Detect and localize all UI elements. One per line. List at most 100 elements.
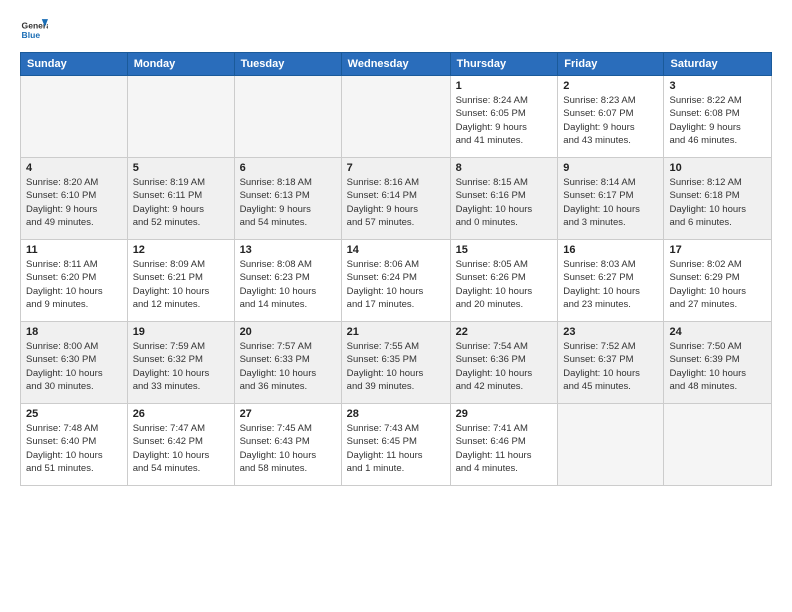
day-info: Sunrise: 8:09 AM Sunset: 6:21 PM Dayligh… [133, 258, 229, 311]
day-info: Sunrise: 8:15 AM Sunset: 6:16 PM Dayligh… [456, 176, 553, 229]
day-number: 7 [347, 162, 445, 174]
weekday-header-friday: Friday [558, 53, 664, 76]
day-info: Sunrise: 8:03 AM Sunset: 6:27 PM Dayligh… [563, 258, 658, 311]
day-info: Sunrise: 8:12 AM Sunset: 6:18 PM Dayligh… [669, 176, 766, 229]
day-number: 20 [240, 326, 336, 338]
day-number: 18 [26, 326, 122, 338]
day-number: 2 [563, 80, 658, 92]
calendar-cell [558, 404, 664, 486]
day-number: 19 [133, 326, 229, 338]
calendar-cell: 5 Sunrise: 8:19 AM Sunset: 6:11 PM Daylig… [127, 158, 234, 240]
day-info: Sunrise: 7:59 AM Sunset: 6:32 PM Dayligh… [133, 340, 229, 393]
weekday-header-thursday: Thursday [450, 53, 558, 76]
calendar-cell [21, 76, 128, 158]
day-info: Sunrise: 8:05 AM Sunset: 6:26 PM Dayligh… [456, 258, 553, 311]
day-info: Sunrise: 8:16 AM Sunset: 6:14 PM Dayligh… [347, 176, 445, 229]
day-number: 12 [133, 244, 229, 256]
calendar-cell: 15 Sunrise: 8:05 AM Sunset: 6:26 PM Dayli… [450, 240, 558, 322]
day-number: 28 [347, 408, 445, 420]
day-info: Sunrise: 8:20 AM Sunset: 6:10 PM Dayligh… [26, 176, 122, 229]
day-info: Sunrise: 8:02 AM Sunset: 6:29 PM Dayligh… [669, 258, 766, 311]
calendar-cell: 18Sunrise: 8:00 AM Sunset: 6:30 PM Dayli… [21, 322, 128, 404]
calendar-cell: 7 Sunrise: 8:16 AM Sunset: 6:14 PM Daylig… [341, 158, 450, 240]
calendar-cell [234, 76, 341, 158]
day-info: Sunrise: 8:06 AM Sunset: 6:24 PM Dayligh… [347, 258, 445, 311]
day-info: Sunrise: 7:43 AM Sunset: 6:45 PM Dayligh… [347, 422, 445, 475]
calendar-cell: 23 Sunrise: 7:52 AM Sunset: 6:37 PM Dayli… [558, 322, 664, 404]
day-info: Sunrise: 7:47 AM Sunset: 6:42 PM Dayligh… [133, 422, 229, 475]
calendar-cell: 28 Sunrise: 7:43 AM Sunset: 6:45 PM Dayli… [341, 404, 450, 486]
calendar-cell: 16 Sunrise: 8:03 AM Sunset: 6:27 PM Dayli… [558, 240, 664, 322]
calendar-cell: 1Sunrise: 8:24 AM Sunset: 6:05 PM Daylig… [450, 76, 558, 158]
calendar-cell: 8 Sunrise: 8:15 AM Sunset: 6:16 PM Daylig… [450, 158, 558, 240]
day-number: 1 [456, 80, 553, 92]
calendar-cell [664, 404, 772, 486]
day-number: 14 [347, 244, 445, 256]
header: General Blue [20, 16, 772, 44]
calendar-cell: 11 Sunrise: 8:11 AM Sunset: 6:20 PM Dayli… [21, 240, 128, 322]
day-number: 29 [456, 408, 553, 420]
calendar-cell: 26 Sunrise: 7:47 AM Sunset: 6:42 PM Dayli… [127, 404, 234, 486]
day-number: 11 [26, 244, 122, 256]
calendar-cell: 3 Sunrise: 8:22 AM Sunset: 6:08 PM Daylig… [664, 76, 772, 158]
day-number: 10 [669, 162, 766, 174]
day-number: 17 [669, 244, 766, 256]
day-number: 4 [26, 162, 122, 174]
calendar-week-2: 4 Sunrise: 8:20 AM Sunset: 6:10 PM Daylig… [21, 158, 772, 240]
calendar-cell: 14 Sunrise: 8:06 AM Sunset: 6:24 PM Dayli… [341, 240, 450, 322]
weekday-header-sunday: Sunday [21, 53, 128, 76]
calendar-week-3: 11 Sunrise: 8:11 AM Sunset: 6:20 PM Dayli… [21, 240, 772, 322]
day-info: Sunrise: 8:11 AM Sunset: 6:20 PM Dayligh… [26, 258, 122, 311]
day-number: 25 [26, 408, 122, 420]
day-number: 5 [133, 162, 229, 174]
calendar-cell: 22Sunrise: 7:54 AM Sunset: 6:36 PM Dayli… [450, 322, 558, 404]
day-info: Sunrise: 8:14 AM Sunset: 6:17 PM Dayligh… [563, 176, 658, 229]
calendar-cell: 27Sunrise: 7:45 AM Sunset: 6:43 PM Dayli… [234, 404, 341, 486]
calendar-cell: 12 Sunrise: 8:09 AM Sunset: 6:21 PM Dayli… [127, 240, 234, 322]
day-number: 23 [563, 326, 658, 338]
calendar-week-4: 18Sunrise: 8:00 AM Sunset: 6:30 PM Dayli… [21, 322, 772, 404]
day-info: Sunrise: 8:22 AM Sunset: 6:08 PM Dayligh… [669, 94, 766, 147]
day-info: Sunrise: 7:48 AM Sunset: 6:40 PM Dayligh… [26, 422, 122, 475]
calendar-cell: 24Sunrise: 7:50 AM Sunset: 6:39 PM Dayli… [664, 322, 772, 404]
calendar-week-1: 1Sunrise: 8:24 AM Sunset: 6:05 PM Daylig… [21, 76, 772, 158]
day-number: 13 [240, 244, 336, 256]
calendar-cell: 6Sunrise: 8:18 AM Sunset: 6:13 PM Daylig… [234, 158, 341, 240]
day-number: 27 [240, 408, 336, 420]
calendar-cell: 9 Sunrise: 8:14 AM Sunset: 6:17 PM Daylig… [558, 158, 664, 240]
day-number: 26 [133, 408, 229, 420]
day-info: Sunrise: 8:08 AM Sunset: 6:23 PM Dayligh… [240, 258, 336, 311]
weekday-header-wednesday: Wednesday [341, 53, 450, 76]
day-number: 8 [456, 162, 553, 174]
day-number: 21 [347, 326, 445, 338]
calendar-cell [341, 76, 450, 158]
logo-icon: General Blue [20, 16, 48, 44]
day-info: Sunrise: 7:54 AM Sunset: 6:36 PM Dayligh… [456, 340, 553, 393]
calendar-cell: 25 Sunrise: 7:48 AM Sunset: 6:40 PM Dayli… [21, 404, 128, 486]
svg-text:Blue: Blue [22, 30, 41, 40]
calendar-cell: 2Sunrise: 8:23 AM Sunset: 6:07 PM Daylig… [558, 76, 664, 158]
day-number: 24 [669, 326, 766, 338]
calendar-cell: 20Sunrise: 7:57 AM Sunset: 6:33 PM Dayli… [234, 322, 341, 404]
day-info: Sunrise: 8:18 AM Sunset: 6:13 PM Dayligh… [240, 176, 336, 229]
calendar-cell [127, 76, 234, 158]
day-number: 15 [456, 244, 553, 256]
day-info: Sunrise: 7:55 AM Sunset: 6:35 PM Dayligh… [347, 340, 445, 393]
day-info: Sunrise: 8:19 AM Sunset: 6:11 PM Dayligh… [133, 176, 229, 229]
day-info: Sunrise: 7:52 AM Sunset: 6:37 PM Dayligh… [563, 340, 658, 393]
weekday-header-saturday: Saturday [664, 53, 772, 76]
day-info: Sunrise: 7:41 AM Sunset: 6:46 PM Dayligh… [456, 422, 553, 475]
day-number: 3 [669, 80, 766, 92]
page: General Blue SundayMondayTuesdayWednesda… [0, 0, 792, 496]
calendar-cell: 17 Sunrise: 8:02 AM Sunset: 6:29 PM Dayli… [664, 240, 772, 322]
calendar-cell: 29 Sunrise: 7:41 AM Sunset: 6:46 PM Dayli… [450, 404, 558, 486]
calendar-week-5: 25 Sunrise: 7:48 AM Sunset: 6:40 PM Dayli… [21, 404, 772, 486]
weekday-header-row: SundayMondayTuesdayWednesdayThursdayFrid… [21, 53, 772, 76]
calendar-cell: 19 Sunrise: 7:59 AM Sunset: 6:32 PM Dayli… [127, 322, 234, 404]
day-number: 16 [563, 244, 658, 256]
calendar-table: SundayMondayTuesdayWednesdayThursdayFrid… [20, 52, 772, 486]
calendar-cell: 21 Sunrise: 7:55 AM Sunset: 6:35 PM Dayli… [341, 322, 450, 404]
calendar-cell: 4 Sunrise: 8:20 AM Sunset: 6:10 PM Daylig… [21, 158, 128, 240]
day-number: 9 [563, 162, 658, 174]
logo: General Blue [20, 16, 48, 44]
